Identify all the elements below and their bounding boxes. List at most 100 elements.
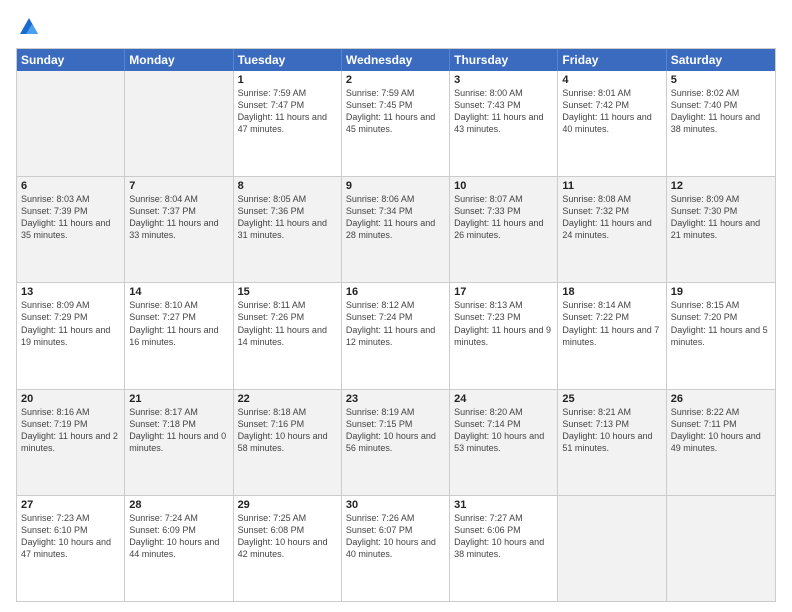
day-cell-3: 3Sunrise: 8:00 AM Sunset: 7:43 PM Daylig…	[450, 71, 558, 176]
day-cell-25: 25Sunrise: 8:21 AM Sunset: 7:13 PM Dayli…	[558, 390, 666, 495]
day-info: Sunrise: 8:13 AM Sunset: 7:23 PM Dayligh…	[454, 299, 553, 348]
day-number: 26	[671, 393, 771, 405]
day-cell-30: 30Sunrise: 7:26 AM Sunset: 6:07 PM Dayli…	[342, 496, 450, 601]
calendar-row: 1Sunrise: 7:59 AM Sunset: 7:47 PM Daylig…	[17, 71, 775, 176]
day-info: Sunrise: 8:12 AM Sunset: 7:24 PM Dayligh…	[346, 299, 445, 348]
day-info: Sunrise: 8:08 AM Sunset: 7:32 PM Dayligh…	[562, 193, 661, 242]
day-info: Sunrise: 7:26 AM Sunset: 6:07 PM Dayligh…	[346, 512, 445, 561]
day-number: 10	[454, 180, 553, 192]
empty-cell	[667, 496, 775, 601]
day-info: Sunrise: 8:04 AM Sunset: 7:37 PM Dayligh…	[129, 193, 228, 242]
day-info: Sunrise: 8:21 AM Sunset: 7:13 PM Dayligh…	[562, 406, 661, 455]
day-number: 7	[129, 180, 228, 192]
day-number: 3	[454, 74, 553, 86]
day-info: Sunrise: 7:59 AM Sunset: 7:47 PM Dayligh…	[238, 87, 337, 136]
day-cell-14: 14Sunrise: 8:10 AM Sunset: 7:27 PM Dayli…	[125, 283, 233, 388]
day-cell-26: 26Sunrise: 8:22 AM Sunset: 7:11 PM Dayli…	[667, 390, 775, 495]
day-info: Sunrise: 8:20 AM Sunset: 7:14 PM Dayligh…	[454, 406, 553, 455]
day-cell-21: 21Sunrise: 8:17 AM Sunset: 7:18 PM Dayli…	[125, 390, 233, 495]
day-cell-6: 6Sunrise: 8:03 AM Sunset: 7:39 PM Daylig…	[17, 177, 125, 282]
day-number: 6	[21, 180, 120, 192]
day-number: 18	[562, 286, 661, 298]
calendar-body: 1Sunrise: 7:59 AM Sunset: 7:47 PM Daylig…	[17, 71, 775, 601]
day-number: 5	[671, 74, 771, 86]
empty-cell	[125, 71, 233, 176]
day-number: 15	[238, 286, 337, 298]
day-number: 1	[238, 74, 337, 86]
weekday-header-monday: Monday	[125, 49, 233, 71]
day-number: 4	[562, 74, 661, 86]
day-info: Sunrise: 7:27 AM Sunset: 6:06 PM Dayligh…	[454, 512, 553, 561]
day-cell-31: 31Sunrise: 7:27 AM Sunset: 6:06 PM Dayli…	[450, 496, 558, 601]
day-number: 31	[454, 499, 553, 511]
day-info: Sunrise: 8:09 AM Sunset: 7:29 PM Dayligh…	[21, 299, 120, 348]
day-cell-7: 7Sunrise: 8:04 AM Sunset: 7:37 PM Daylig…	[125, 177, 233, 282]
day-info: Sunrise: 8:18 AM Sunset: 7:16 PM Dayligh…	[238, 406, 337, 455]
calendar: SundayMondayTuesdayWednesdayThursdayFrid…	[16, 48, 776, 602]
day-cell-16: 16Sunrise: 8:12 AM Sunset: 7:24 PM Dayli…	[342, 283, 450, 388]
weekday-header-saturday: Saturday	[667, 49, 775, 71]
calendar-header: SundayMondayTuesdayWednesdayThursdayFrid…	[17, 49, 775, 71]
logo-text	[16, 16, 40, 42]
day-number: 12	[671, 180, 771, 192]
logo-icon	[18, 16, 40, 38]
weekday-header-sunday: Sunday	[17, 49, 125, 71]
weekday-header-thursday: Thursday	[450, 49, 558, 71]
day-number: 9	[346, 180, 445, 192]
day-info: Sunrise: 8:17 AM Sunset: 7:18 PM Dayligh…	[129, 406, 228, 455]
day-info: Sunrise: 8:06 AM Sunset: 7:34 PM Dayligh…	[346, 193, 445, 242]
weekday-header-tuesday: Tuesday	[234, 49, 342, 71]
day-cell-12: 12Sunrise: 8:09 AM Sunset: 7:30 PM Dayli…	[667, 177, 775, 282]
day-number: 25	[562, 393, 661, 405]
day-info: Sunrise: 8:19 AM Sunset: 7:15 PM Dayligh…	[346, 406, 445, 455]
day-cell-29: 29Sunrise: 7:25 AM Sunset: 6:08 PM Dayli…	[234, 496, 342, 601]
day-info: Sunrise: 8:07 AM Sunset: 7:33 PM Dayligh…	[454, 193, 553, 242]
day-number: 24	[454, 393, 553, 405]
day-cell-11: 11Sunrise: 8:08 AM Sunset: 7:32 PM Dayli…	[558, 177, 666, 282]
day-number: 2	[346, 74, 445, 86]
day-cell-27: 27Sunrise: 7:23 AM Sunset: 6:10 PM Dayli…	[17, 496, 125, 601]
day-cell-19: 19Sunrise: 8:15 AM Sunset: 7:20 PM Dayli…	[667, 283, 775, 388]
day-number: 13	[21, 286, 120, 298]
day-number: 8	[238, 180, 337, 192]
calendar-row: 27Sunrise: 7:23 AM Sunset: 6:10 PM Dayli…	[17, 495, 775, 601]
empty-cell	[558, 496, 666, 601]
empty-cell	[17, 71, 125, 176]
day-info: Sunrise: 7:23 AM Sunset: 6:10 PM Dayligh…	[21, 512, 120, 561]
calendar-row: 6Sunrise: 8:03 AM Sunset: 7:39 PM Daylig…	[17, 176, 775, 282]
calendar-row: 20Sunrise: 8:16 AM Sunset: 7:19 PM Dayli…	[17, 389, 775, 495]
day-number: 19	[671, 286, 771, 298]
day-info: Sunrise: 7:24 AM Sunset: 6:09 PM Dayligh…	[129, 512, 228, 561]
day-cell-4: 4Sunrise: 8:01 AM Sunset: 7:42 PM Daylig…	[558, 71, 666, 176]
day-cell-18: 18Sunrise: 8:14 AM Sunset: 7:22 PM Dayli…	[558, 283, 666, 388]
day-info: Sunrise: 8:16 AM Sunset: 7:19 PM Dayligh…	[21, 406, 120, 455]
day-info: Sunrise: 7:25 AM Sunset: 6:08 PM Dayligh…	[238, 512, 337, 561]
day-cell-23: 23Sunrise: 8:19 AM Sunset: 7:15 PM Dayli…	[342, 390, 450, 495]
header	[16, 16, 776, 42]
page: SundayMondayTuesdayWednesdayThursdayFrid…	[0, 0, 792, 612]
day-cell-22: 22Sunrise: 8:18 AM Sunset: 7:16 PM Dayli…	[234, 390, 342, 495]
day-info: Sunrise: 8:02 AM Sunset: 7:40 PM Dayligh…	[671, 87, 771, 136]
day-info: Sunrise: 8:15 AM Sunset: 7:20 PM Dayligh…	[671, 299, 771, 348]
day-number: 20	[21, 393, 120, 405]
day-number: 23	[346, 393, 445, 405]
day-number: 11	[562, 180, 661, 192]
day-cell-24: 24Sunrise: 8:20 AM Sunset: 7:14 PM Dayli…	[450, 390, 558, 495]
day-cell-8: 8Sunrise: 8:05 AM Sunset: 7:36 PM Daylig…	[234, 177, 342, 282]
day-number: 28	[129, 499, 228, 511]
day-info: Sunrise: 8:10 AM Sunset: 7:27 PM Dayligh…	[129, 299, 228, 348]
calendar-row: 13Sunrise: 8:09 AM Sunset: 7:29 PM Dayli…	[17, 282, 775, 388]
weekday-header-friday: Friday	[558, 49, 666, 71]
day-cell-9: 9Sunrise: 8:06 AM Sunset: 7:34 PM Daylig…	[342, 177, 450, 282]
day-info: Sunrise: 7:59 AM Sunset: 7:45 PM Dayligh…	[346, 87, 445, 136]
day-info: Sunrise: 8:09 AM Sunset: 7:30 PM Dayligh…	[671, 193, 771, 242]
logo	[16, 16, 40, 42]
day-number: 17	[454, 286, 553, 298]
day-number: 16	[346, 286, 445, 298]
day-number: 21	[129, 393, 228, 405]
day-cell-15: 15Sunrise: 8:11 AM Sunset: 7:26 PM Dayli…	[234, 283, 342, 388]
day-cell-20: 20Sunrise: 8:16 AM Sunset: 7:19 PM Dayli…	[17, 390, 125, 495]
day-cell-10: 10Sunrise: 8:07 AM Sunset: 7:33 PM Dayli…	[450, 177, 558, 282]
day-number: 14	[129, 286, 228, 298]
day-info: Sunrise: 8:00 AM Sunset: 7:43 PM Dayligh…	[454, 87, 553, 136]
